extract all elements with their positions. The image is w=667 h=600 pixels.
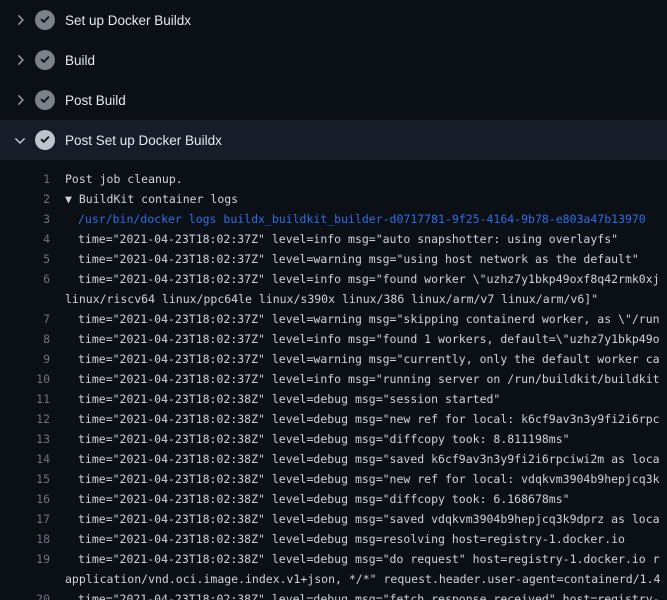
log-line-text: time="2021-04-23T18:02:37Z" level=info m… <box>50 329 660 349</box>
log-line-number[interactable]: 3 <box>0 209 50 229</box>
log-container[interactable]: 1 Post job cleanup. 2 ▼ BuildKit contain… <box>0 160 667 600</box>
log-line-text: time="2021-04-23T18:02:37Z" level=info m… <box>50 369 660 389</box>
log-line-number[interactable]: 17 <box>0 509 50 529</box>
step-header-post-set-up-docker-buildx[interactable]: Post Set up Docker Buildx <box>0 120 667 160</box>
step-header-post-build[interactable]: Post Build <box>0 80 667 120</box>
log-line-number[interactable]: 4 <box>0 229 50 249</box>
log-line: 18 time="2021-04-23T18:02:38Z" level=deb… <box>0 529 667 549</box>
log-line-text: time="2021-04-23T18:02:38Z" level=debug … <box>50 529 625 549</box>
log-line-text: time="2021-04-23T18:02:38Z" level=debug … <box>50 409 660 429</box>
log-line-text: time="2021-04-23T18:02:38Z" level=debug … <box>50 589 660 600</box>
log-line-number[interactable]: 16 <box>0 489 50 509</box>
step-label: Post Build <box>65 93 126 108</box>
check-circle-icon <box>35 10 55 30</box>
log-line-number[interactable] <box>0 289 50 309</box>
log-line-text: time="2021-04-23T18:02:38Z" level=debug … <box>50 509 660 529</box>
log-line-text: time="2021-04-23T18:02:38Z" level=debug … <box>50 469 660 489</box>
log-line-number[interactable]: 9 <box>0 349 50 369</box>
log-line-number[interactable]: 11 <box>0 389 50 409</box>
step-label: Build <box>65 53 95 68</box>
log-line: 9 time="2021-04-23T18:02:37Z" level=warn… <box>0 349 667 369</box>
check-circle-icon <box>35 50 55 70</box>
chevron-down-icon <box>12 132 28 148</box>
log-line-number[interactable]: 19 <box>0 549 50 569</box>
log-line: 1 Post job cleanup. <box>0 169 667 189</box>
log-line-number[interactable]: 15 <box>0 469 50 489</box>
log-line: application/vnd.oci.image.index.v1+json,… <box>0 569 667 589</box>
log-line-number[interactable]: 12 <box>0 409 50 429</box>
log-line: 20 time="2021-04-23T18:02:38Z" level=deb… <box>0 589 667 600</box>
log-line: 11 time="2021-04-23T18:02:38Z" level=deb… <box>0 389 667 409</box>
log-line-number[interactable]: 8 <box>0 329 50 349</box>
log-line-number[interactable]: 18 <box>0 529 50 549</box>
chevron-right-icon <box>12 92 28 108</box>
log-line-text: time="2021-04-23T18:02:38Z" level=debug … <box>50 449 660 469</box>
log-line: 12 time="2021-04-23T18:02:38Z" level=deb… <box>0 409 667 429</box>
log-line: linux/riscv64 linux/ppc64le linux/s390x … <box>0 289 667 309</box>
log-line: 5 time="2021-04-23T18:02:37Z" level=warn… <box>0 249 667 269</box>
log-line-text: time="2021-04-23T18:02:37Z" level=warnin… <box>50 349 660 369</box>
log-line: 17 time="2021-04-23T18:02:38Z" level=deb… <box>0 509 667 529</box>
log-line-number[interactable]: 20 <box>0 589 50 600</box>
log-line: 3 /usr/bin/docker logs buildx_buildkit_b… <box>0 209 667 229</box>
log-line-text: time="2021-04-23T18:02:37Z" level=info m… <box>50 229 618 249</box>
log-line-text: time="2021-04-23T18:02:37Z" level=warnin… <box>50 249 639 269</box>
log-line: 13 time="2021-04-23T18:02:38Z" level=deb… <box>0 429 667 449</box>
log-line-text: /usr/bin/docker logs buildx_buildkit_bui… <box>50 209 646 229</box>
log-line-number[interactable]: 5 <box>0 249 50 269</box>
log-line-number[interactable]: 13 <box>0 429 50 449</box>
log-line: 10 time="2021-04-23T18:02:37Z" level=inf… <box>0 369 667 389</box>
log-line: 15 time="2021-04-23T18:02:38Z" level=deb… <box>0 469 667 489</box>
job-log-viewer: Set up Docker Buildx Build Post Build Po… <box>0 0 667 600</box>
log-line-number[interactable]: 7 <box>0 309 50 329</box>
log-line-number[interactable]: 1 <box>0 169 50 189</box>
log-line-text: time="2021-04-23T18:02:38Z" level=debug … <box>50 549 660 569</box>
log-line-text: time="2021-04-23T18:02:38Z" level=debug … <box>50 489 570 509</box>
log-line: 6 time="2021-04-23T18:02:37Z" level=info… <box>0 269 667 289</box>
chevron-right-icon <box>12 12 28 28</box>
log-line-text: time="2021-04-23T18:02:38Z" level=debug … <box>50 389 500 409</box>
log-line-number[interactable]: 6 <box>0 269 50 289</box>
log-line: 19 time="2021-04-23T18:02:38Z" level=deb… <box>0 549 667 569</box>
log-line-text: time="2021-04-23T18:02:37Z" level=info m… <box>50 269 660 289</box>
group-toggle-icon[interactable]: ▼ <box>65 192 79 206</box>
log-line: 8 time="2021-04-23T18:02:37Z" level=info… <box>0 329 667 349</box>
log-line-number[interactable]: 14 <box>0 449 50 469</box>
check-circle-icon <box>35 90 55 110</box>
log-line: 16 time="2021-04-23T18:02:38Z" level=deb… <box>0 489 667 509</box>
log-line-number[interactable]: 2 <box>0 189 50 209</box>
log-line-text: application/vnd.oci.image.index.v1+json,… <box>50 569 660 589</box>
log-line-number[interactable]: 10 <box>0 369 50 389</box>
log-line: 2 ▼ BuildKit container logs <box>0 189 667 209</box>
log-line-text: time="2021-04-23T18:02:37Z" level=warnin… <box>50 309 660 329</box>
log-line-text: linux/riscv64 linux/ppc64le linux/s390x … <box>50 289 598 309</box>
log-line-number[interactable] <box>0 569 50 589</box>
log-line: 14 time="2021-04-23T18:02:38Z" level=deb… <box>0 449 667 469</box>
log-line-text: time="2021-04-23T18:02:38Z" level=debug … <box>50 429 570 449</box>
step-header-build[interactable]: Build <box>0 40 667 80</box>
check-circle-icon <box>35 130 55 150</box>
log-line: 4 time="2021-04-23T18:02:37Z" level=info… <box>0 229 667 249</box>
chevron-right-icon <box>12 52 28 68</box>
log-line: 7 time="2021-04-23T18:02:37Z" level=warn… <box>0 309 667 329</box>
log-line-text: ▼ BuildKit container logs <box>50 189 238 209</box>
step-label: Set up Docker Buildx <box>65 13 191 28</box>
step-label: Post Set up Docker Buildx <box>65 133 222 148</box>
log-line-text: Post job cleanup. <box>50 169 183 189</box>
step-header-set-up-docker-buildx[interactable]: Set up Docker Buildx <box>0 0 667 40</box>
